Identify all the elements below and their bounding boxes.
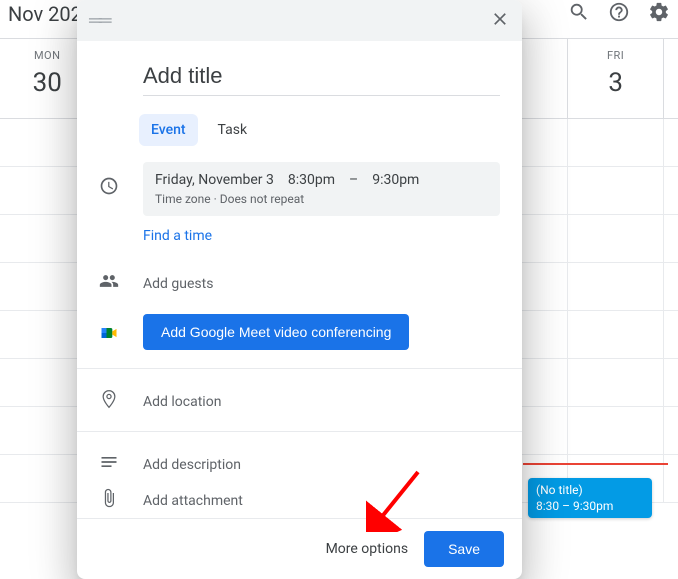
tab-task[interactable]: Task bbox=[206, 114, 260, 146]
time-selector[interactable]: Friday, November 3 8:30pm – 9:30pm Time … bbox=[143, 162, 500, 216]
add-guests-field[interactable]: Add guests bbox=[143, 276, 213, 292]
save-button[interactable]: Save bbox=[424, 531, 504, 567]
attachment-icon bbox=[99, 488, 119, 512]
add-meet-button[interactable]: Add Google Meet video conferencing bbox=[143, 314, 409, 350]
day-column-fri[interactable]: FRI 3 bbox=[568, 39, 663, 118]
calendar-event-chip[interactable]: (No title) 8:30 – 9:30pm bbox=[528, 478, 652, 518]
add-location-field[interactable]: Add location bbox=[143, 394, 221, 410]
location-icon bbox=[99, 389, 119, 413]
event-editor-modal: ══ Event Task Friday, November 3 8:30pm bbox=[77, 0, 522, 579]
close-button[interactable] bbox=[490, 9, 510, 33]
more-options-button[interactable]: More options bbox=[326, 541, 409, 557]
add-description-field[interactable]: Add description bbox=[143, 457, 241, 473]
current-time-indicator bbox=[523, 463, 668, 465]
people-icon bbox=[99, 271, 119, 295]
find-time-link[interactable]: Find a time bbox=[143, 216, 212, 256]
tab-event[interactable]: Event bbox=[139, 114, 198, 146]
meet-icon bbox=[99, 323, 119, 343]
gear-icon[interactable] bbox=[648, 1, 670, 27]
search-icon[interactable] bbox=[568, 1, 590, 27]
help-icon[interactable] bbox=[608, 1, 630, 27]
add-attachment-field[interactable]: Add attachment bbox=[143, 493, 243, 509]
description-icon bbox=[99, 452, 119, 476]
title-input[interactable] bbox=[143, 57, 500, 96]
clock-icon bbox=[99, 176, 119, 200]
